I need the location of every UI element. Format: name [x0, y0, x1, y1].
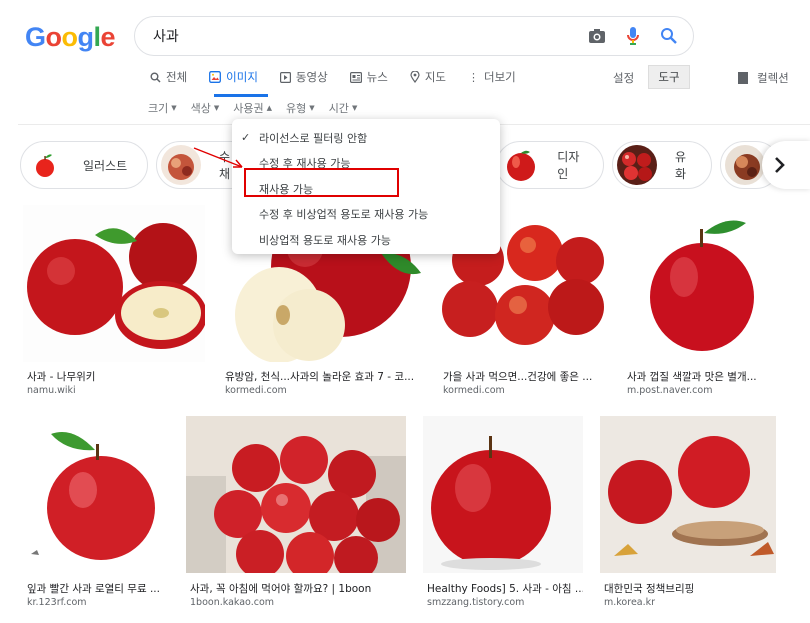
- annotation-arrow-icon: [193, 147, 243, 168]
- menu-item-label: 비상업적 용도로 재사용 가능: [259, 233, 391, 247]
- filter-label: 사용권: [233, 102, 264, 115]
- collections-link[interactable]: 컬렉션: [738, 70, 789, 86]
- menu-item-noncommercial-reuse[interactable]: 비상업적 용도로 재사용 가능: [232, 227, 500, 253]
- tab-news[interactable]: 뉴스: [349, 68, 388, 86]
- caret-up-icon: ▲: [266, 104, 273, 112]
- tab-label: 전체: [166, 70, 188, 84]
- check-icon: ✓: [241, 131, 251, 145]
- filter-color[interactable]: 색상 ▼: [191, 100, 220, 116]
- result-caption[interactable]: 대한민국 정책브리핑: [604, 581, 776, 596]
- result-source[interactable]: m.post.naver.com: [627, 385, 712, 396]
- camera-icon[interactable]: [585, 24, 609, 48]
- logo-letter: G: [25, 22, 46, 52]
- result-source[interactable]: 1boon.kakao.com: [190, 597, 274, 608]
- caret-down-icon: ▼: [213, 104, 220, 112]
- logo-letter: o: [45, 22, 63, 52]
- tab-more[interactable]: ⋮ 더보기: [468, 68, 516, 86]
- image-icon: [209, 71, 222, 83]
- chip-thumbnail: [25, 145, 65, 185]
- result-caption[interactable]: Healthy Foods] 5. 사과 - 아침 ...: [427, 581, 583, 596]
- chevron-right-icon[interactable]: [762, 141, 810, 189]
- logo-letter: g: [77, 22, 95, 52]
- tab-label: 뉴스: [366, 70, 388, 84]
- tab-label: 지도: [424, 70, 447, 84]
- filter-type[interactable]: 유형 ▼: [286, 100, 315, 116]
- result-caption[interactable]: 사과 - 나무위키: [27, 369, 205, 384]
- filter-label: 색상: [190, 102, 211, 115]
- filter-time[interactable]: 시간 ▼: [329, 100, 358, 116]
- chip-label: 디자인: [557, 150, 580, 181]
- tab-videos[interactable]: 동영상: [279, 68, 328, 86]
- filter-bar: 크기 ▼ 색상 ▼ 사용권 ▲ 유형 ▼ 시간 ▼: [148, 100, 371, 116]
- chip-label: 유화: [674, 150, 686, 181]
- logo-letter: l: [93, 22, 102, 52]
- highlight-box: [244, 168, 399, 197]
- result-image[interactable]: [423, 416, 583, 573]
- result-source[interactable]: kr.123rf.com: [27, 597, 87, 608]
- tab-label: 동영상: [295, 70, 328, 84]
- chip-thumbnail: [501, 145, 540, 185]
- active-tab-indicator: [214, 94, 268, 97]
- logo-letter: o: [61, 22, 79, 52]
- tools-button[interactable]: 도구: [648, 65, 690, 89]
- tab-maps[interactable]: 지도: [410, 68, 446, 86]
- tab-label: 이미지: [226, 70, 258, 84]
- caret-down-icon: ▼: [171, 104, 177, 112]
- filter-usage-rights[interactable]: 사용권 ▲: [233, 100, 272, 116]
- google-logo[interactable]: Google: [25, 22, 116, 53]
- filter-size[interactable]: 크기 ▼: [148, 100, 177, 116]
- menu-item-noncommercial-reuse-with-modification[interactable]: 수정 후 비상업적 용도로 재사용 가능: [232, 202, 500, 228]
- chip-illustration[interactable]: 일러스트: [20, 141, 148, 189]
- menu-item-label: 라이선스로 필터링 안함: [259, 131, 368, 145]
- result-caption[interactable]: 사과 껍질 색깔과 맛은 별개...: [627, 369, 777, 384]
- collections-label: 컬렉션: [757, 71, 789, 85]
- search-input[interactable]: 사과: [153, 26, 585, 46]
- result-image[interactable]: [624, 205, 776, 362]
- chip-thumbnail: [617, 145, 657, 185]
- result-source[interactable]: kormedi.com: [225, 385, 287, 396]
- video-icon: [279, 71, 291, 83]
- menu-item-label: 수정 후 비상업적 용도로 재사용 가능: [259, 208, 429, 222]
- result-source[interactable]: namu.wiki: [27, 385, 76, 396]
- search-tabs: 전체 이미지 동영상 뉴스 지도 ⋮ 더보기: [150, 68, 538, 86]
- news-icon: [349, 71, 362, 83]
- search-icon: [150, 72, 161, 83]
- result-caption[interactable]: 잎과 빨간 사과 로열티 무료 ...: [27, 581, 170, 596]
- filter-label: 유형: [286, 102, 307, 115]
- tab-label: 더보기: [484, 70, 516, 84]
- caret-down-icon: ▼: [351, 104, 358, 112]
- search-box[interactable]: 사과: [134, 16, 694, 56]
- tab-all[interactable]: 전체: [150, 68, 187, 86]
- bookmark-icon: [738, 72, 748, 84]
- chip-thumbnail: [725, 145, 765, 185]
- microphone-icon[interactable]: [621, 24, 645, 48]
- filter-label: 시간: [328, 102, 349, 115]
- search-icon[interactable]: [657, 24, 681, 48]
- result-image[interactable]: [186, 416, 406, 573]
- logo-letter: e: [100, 22, 116, 52]
- chip-oil-painting[interactable]: 유화: [612, 141, 712, 189]
- result-source[interactable]: smzzang.tistory.com: [427, 597, 524, 608]
- chip-label: 일러스트: [83, 158, 128, 173]
- filter-label: 크기: [148, 102, 169, 115]
- result-image[interactable]: [600, 416, 776, 573]
- settings-link[interactable]: 설정: [613, 70, 634, 86]
- map-pin-icon: [410, 71, 420, 83]
- result-caption[interactable]: 가을 사과 먹으면...건강에 좋은 ...: [443, 369, 606, 384]
- more-vert-icon: ⋮: [468, 70, 480, 84]
- caret-down-icon: ▼: [309, 104, 315, 112]
- result-source[interactable]: m.korea.kr: [604, 597, 655, 608]
- result-image[interactable]: [23, 205, 205, 362]
- result-source[interactable]: kormedi.com: [443, 385, 505, 396]
- menu-item-no-filter[interactable]: ✓ 라이선스로 필터링 안함: [232, 125, 500, 151]
- chip-design[interactable]: 디자인: [496, 141, 604, 189]
- result-image[interactable]: [23, 416, 170, 573]
- result-caption[interactable]: 사과, 꼭 아침에 먹어야 할까요? | 1boon: [190, 581, 406, 596]
- tab-images[interactable]: 이미지: [209, 68, 258, 86]
- result-caption[interactable]: 유방암, 천식...사과의 놀라운 효과 7 - 코...: [225, 369, 423, 384]
